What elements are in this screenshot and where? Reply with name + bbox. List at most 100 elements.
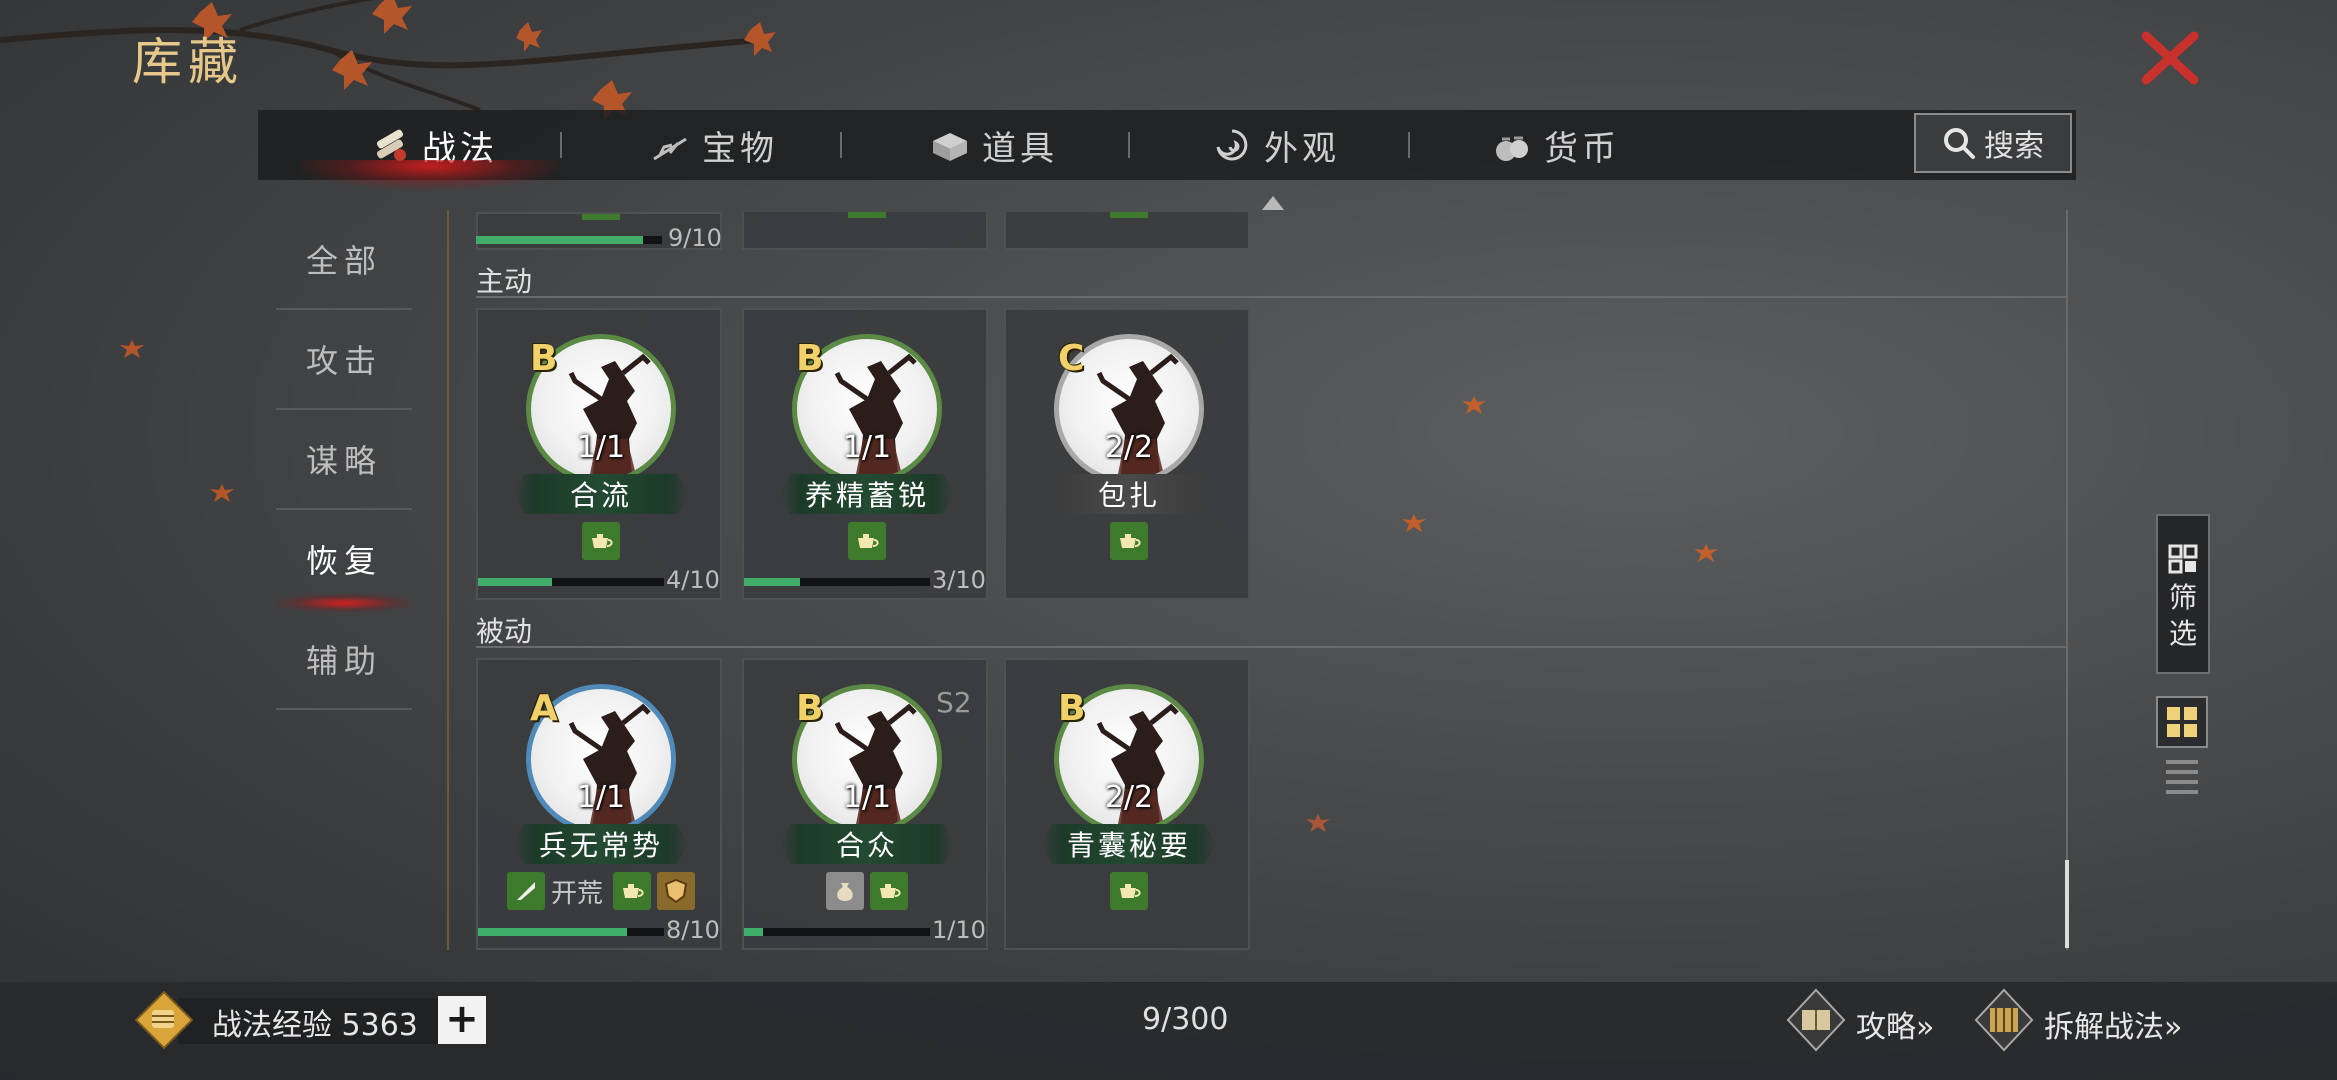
progress-bar [744, 928, 930, 936]
tactics-exp-label: 战法经验 5363 [212, 1008, 418, 1043]
section-header-active: 主动 [476, 265, 533, 298]
scroll-track [2066, 210, 2068, 950]
sack-icon [826, 872, 864, 910]
skill-count: 1/1 [576, 430, 626, 465]
skill-card[interactable]: A 1/1 兵无常势开荒 8/10 [476, 658, 722, 950]
add-exp-button[interactable]: + [438, 996, 486, 1044]
section-divider [476, 646, 2066, 648]
skill-tags: 开荒 [478, 872, 720, 910]
box-icon [928, 123, 972, 167]
progress-bar [476, 236, 662, 244]
tea-icon [1110, 872, 1148, 910]
skill-tags [1006, 872, 1248, 910]
skill-name: 青囊秘要 [1042, 824, 1216, 864]
page-title: 库藏 [132, 33, 244, 91]
skill-grade: B [1058, 688, 1086, 729]
skill-tags [478, 522, 720, 560]
skill-grade: A [530, 688, 558, 729]
tea-icon [848, 522, 886, 560]
category-all[interactable]: 全部 [276, 210, 412, 310]
skill-card[interactable]: B 1/1 合流 4/10 [476, 308, 722, 600]
maple-leaf-decoration [1402, 514, 1426, 532]
skill-count: 2/2 [1104, 780, 1154, 815]
skill-card[interactable]: B 1/1 养精蓄锐 3/10 [742, 308, 988, 600]
skill-card[interactable]: B S2 1/1 合众 1/10 [742, 658, 988, 950]
maple-leaf-decoration [1462, 396, 1486, 414]
swirl-icon [1210, 123, 1254, 167]
tab-items[interactable]: 道具 [928, 110, 1058, 180]
filter-label: 筛 [2168, 581, 2197, 614]
search-icon [1944, 128, 1975, 159]
tea-icon [870, 872, 908, 910]
filter-button[interactable]: 筛 选 [2156, 514, 2210, 674]
tea-icon [1110, 522, 1148, 560]
divider-left [447, 210, 449, 950]
progress-fill [744, 928, 763, 936]
skill-tags [744, 522, 986, 560]
section-header-passive: 被动 [476, 615, 533, 648]
tea-icon [613, 872, 651, 910]
tab-appearance[interactable]: 外观 [1210, 110, 1340, 180]
list-view-icon[interactable] [2166, 758, 2198, 794]
skill-card-partial[interactable] [1004, 212, 1250, 250]
grid-view-button[interactable] [2156, 696, 2208, 748]
active-tab-glow [300, 160, 560, 190]
category-strategy[interactable]: 谋略 [276, 410, 412, 510]
maple-leaf-decoration [1694, 544, 1718, 562]
skill-card[interactable]: B 2/2 青囊秘要 [1004, 658, 1250, 950]
skill-card[interactable]: C 2/2 包扎 [1004, 308, 1250, 600]
progress-fill [476, 236, 644, 244]
grid-filter-icon [2168, 544, 2198, 574]
tab-label: 外观 [1264, 128, 1340, 169]
scroll-up-arrow-icon [1262, 196, 1284, 210]
progress-bar [478, 928, 664, 936]
tab-currency[interactable]: 货币 [1490, 110, 1620, 180]
skill-tags [1006, 522, 1248, 560]
money-bag-icon [1490, 123, 1534, 167]
tag-text: 开荒 [550, 878, 603, 909]
progress-label: 3/10 [932, 566, 986, 594]
progress-bar [744, 578, 930, 586]
blade-icon [506, 872, 545, 910]
maple-leaf-decoration [1306, 814, 1330, 832]
progress-label: 1/10 [932, 916, 986, 944]
progress-label: 4/10 [666, 566, 720, 594]
skill-grade: C [1058, 338, 1085, 379]
close-icon[interactable] [2138, 28, 2202, 88]
skill-count: 1/1 [842, 780, 892, 815]
search-label: 搜索 [1984, 129, 2044, 164]
guide-link[interactable]: 攻略» [1856, 1002, 1934, 1046]
scroll-thumb[interactable] [2065, 860, 2069, 948]
section-divider [476, 296, 2066, 298]
maple-leaf-decoration [210, 484, 234, 502]
progress-fill [478, 928, 627, 936]
dismantle-icon[interactable] [1974, 988, 2034, 1052]
skill-count: 2/2 [1104, 430, 1154, 465]
season-badge: S2 [936, 686, 972, 719]
skill-card-partial[interactable] [742, 212, 988, 250]
category-support[interactable]: 辅助 [276, 610, 412, 710]
shield-icon [657, 872, 695, 910]
progress-fill [744, 578, 800, 586]
progress-fill [478, 578, 553, 586]
progress-label: 9/10 [668, 224, 722, 252]
progress-bar [478, 578, 664, 586]
guide-book-icon[interactable] [1786, 988, 1846, 1052]
category-attack[interactable]: 攻击 [276, 310, 412, 410]
skill-count: 1/1 [842, 430, 892, 465]
skill-name: 养精蓄锐 [780, 474, 954, 514]
skill-grade: B [530, 338, 558, 379]
skill-count: 1/1 [576, 780, 626, 815]
skill-grade: B [796, 338, 824, 379]
skill-tags [744, 872, 986, 910]
tab-treasure[interactable]: 宝物 [648, 110, 778, 180]
tea-icon [582, 522, 620, 560]
search-button[interactable]: 搜索 [1914, 113, 2072, 173]
progress-label: 8/10 [666, 916, 720, 944]
dismantle-link[interactable]: 拆解战法» [2044, 1002, 2182, 1046]
grid-view-icon [2167, 707, 2197, 737]
skill-grade: B [796, 688, 824, 729]
skill-name: 兵无常势 [514, 824, 688, 864]
skill-name: 包扎 [1042, 474, 1216, 514]
tab-label: 宝物 [702, 128, 778, 169]
